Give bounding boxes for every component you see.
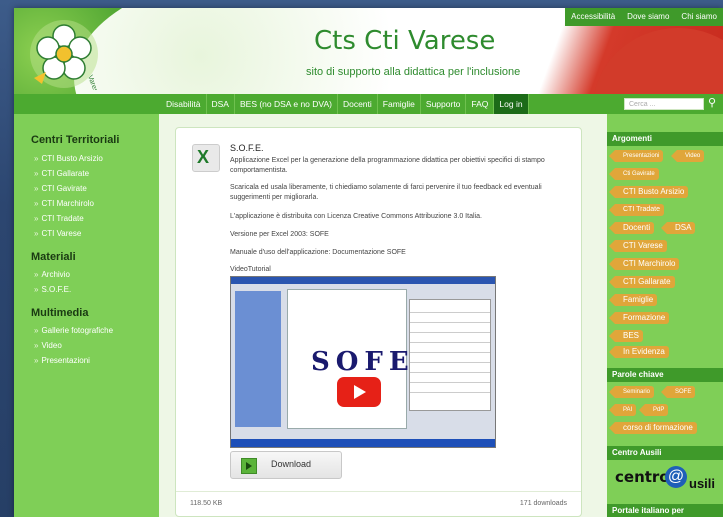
download-button[interactable]: Download	[230, 451, 342, 479]
site-header: Varese Cts Cti Varese sito di supporto a…	[14, 8, 723, 94]
sidebar-item-cti-busto[interactable]: CTI Busto Arsizio	[34, 154, 102, 163]
left-sidebar: Centri Territoriali CTI Busto Arsizio CT…	[14, 114, 159, 517]
sidebar-item-sofe[interactable]: S.O.F.E.	[34, 285, 71, 294]
tag-formazione[interactable]: Formazione	[608, 312, 670, 324]
tag-seminario[interactable]: Seminario	[608, 386, 655, 398]
right-sidebar: Argomenti Presentazioni Video Cti Gavira…	[607, 114, 723, 517]
play-icon[interactable]	[337, 377, 381, 407]
top-link-dove-siamo[interactable]: Dove siamo	[621, 8, 675, 26]
nav-item-supporto[interactable]: Supporto	[421, 94, 467, 114]
article-title[interactable]: S.O.F.E.	[230, 143, 264, 153]
nav-item-faq[interactable]: FAQ	[466, 94, 495, 114]
tag-pai[interactable]: PAI	[608, 404, 637, 416]
tag-docenti[interactable]: Docenti	[608, 222, 655, 234]
article-description: Applicazione Excel per la generazione de…	[230, 157, 545, 174]
centro-ausili-logo[interactable]: centro @ usili	[615, 466, 719, 496]
sidebar-heading-multimedia: Multimedia	[31, 307, 89, 319]
sidebar-item-cti-gavirate[interactable]: CTI Gavirate	[34, 184, 86, 193]
video-label: VideoTutorial	[230, 266, 271, 273]
article-paragraph-1: Scaricala ed usala liberamente, ti chied…	[230, 184, 542, 201]
download-icon	[241, 458, 257, 474]
card-footer: 118.50 KB 171 downloads	[176, 491, 581, 516]
nav-item-famiglie[interactable]: Famiglie	[378, 94, 421, 114]
sidebar-item-cti-varese[interactable]: CTI Varese	[34, 229, 81, 238]
excel-file-icon: X	[192, 144, 220, 172]
nav-item-disabilita[interactable]: Disabilità	[161, 94, 207, 114]
tag-cti-tradate[interactable]: CTI Tradate	[609, 204, 664, 216]
sidebar-item-presentazioni[interactable]: Presentazioni	[34, 356, 89, 365]
widget-heading-parole: Parole chiave	[607, 368, 723, 382]
top-links: Accessibilità Dove siamo Chi siamo	[565, 8, 723, 26]
article-paragraph-2: L'applicazione è distribuita con Licenza…	[230, 213, 482, 220]
widget-heading-portale: Portale italiano per	[607, 504, 723, 517]
sidebar-item-cti-marchirolo[interactable]: CTI Marchirolo	[34, 199, 93, 208]
tag-cti-gallarate[interactable]: CTI Gallarate	[609, 276, 675, 288]
sidebar-item-cti-tradate[interactable]: CTI Tradate	[34, 214, 83, 223]
tag-video[interactable]: Video	[670, 150, 705, 162]
sidebar-item-cti-gallarate[interactable]: CTI Gallarate	[34, 169, 89, 178]
tag-pdp[interactable]: PdP	[638, 404, 669, 416]
download-card: X S.O.F.E. Applicazione Excel per la gen…	[175, 127, 582, 517]
sidebar-item-archivio[interactable]: Archivio	[34, 270, 69, 279]
main-content: X S.O.F.E. Applicazione Excel per la gen…	[159, 114, 607, 517]
top-link-chi-siamo[interactable]: Chi siamo	[675, 8, 723, 26]
sidebar-heading-materiali: Materiali	[31, 251, 76, 263]
video-overlay-title: SOFE	[311, 347, 415, 377]
tag-cti-gavirate[interactable]: Cti Gavirate	[609, 168, 659, 180]
flower-logo-icon[interactable]: Varese	[26, 18, 104, 90]
widget-heading-ausili: Centro Ausili	[607, 446, 723, 460]
browser-frame: Varese Cts Cti Varese sito di supporto a…	[14, 8, 723, 517]
article-paragraph-4[interactable]: Manuale d'uso dell'applicazione: Documen…	[230, 248, 565, 258]
sidebar-heading-centri: Centri Territoriali	[31, 134, 120, 146]
top-link-accessibilita[interactable]: Accessibilità	[565, 8, 621, 26]
tag-cti-varese[interactable]: CTI Varese	[609, 240, 667, 252]
tag-cti-marchirolo[interactable]: CTI Marchirolo	[608, 258, 680, 270]
tag-dsa[interactable]: DSA	[660, 222, 696, 234]
tag-in-evidenza[interactable]: In Evidenza	[609, 346, 669, 358]
file-size: 118.50 KB	[190, 500, 223, 507]
tag-presentazioni[interactable]: Presentazioni	[608, 150, 664, 162]
tag-cti-busto[interactable]: CTI Busto Arsizio	[608, 186, 689, 198]
tag-sofe[interactable]: SOFE	[660, 386, 696, 398]
tag-corso-formazione[interactable]: corso di formazione	[609, 422, 697, 434]
download-count: 171 downloads	[519, 500, 567, 507]
site-subtitle: sito di supporto alla didattica per l'in…	[306, 66, 521, 78]
article-paragraph-3[interactable]: Versione per Excel 2003: SOFE	[230, 230, 565, 240]
download-label: Download	[271, 459, 312, 469]
search-input[interactable]: Cerca ...	[624, 98, 704, 110]
widget-heading-argomenti: Argomenti	[607, 132, 723, 146]
site-title[interactable]: Cts Cti Varese	[314, 26, 495, 56]
main-nav: Disabilità DSA BES (no DSA e no DVA) Doc…	[14, 94, 723, 114]
sidebar-item-gallerie[interactable]: Gallerie fotografiche	[34, 326, 113, 335]
nav-item-bes[interactable]: BES (no DSA e no DVA)	[235, 94, 338, 114]
nav-item-docenti[interactable]: Docenti	[338, 94, 378, 114]
video-thumbnail[interactable]: SOFE	[230, 276, 496, 448]
tag-famiglie[interactable]: Famiglie	[608, 294, 658, 306]
sidebar-item-video[interactable]: Video	[34, 341, 61, 350]
tag-bes[interactable]: BES	[608, 330, 644, 342]
logo-text: Varese	[86, 74, 100, 90]
nav-item-dsa[interactable]: DSA	[207, 94, 235, 114]
search-icon[interactable]: ⚲	[708, 96, 716, 109]
nav-item-login[interactable]: Log in	[494, 94, 529, 114]
